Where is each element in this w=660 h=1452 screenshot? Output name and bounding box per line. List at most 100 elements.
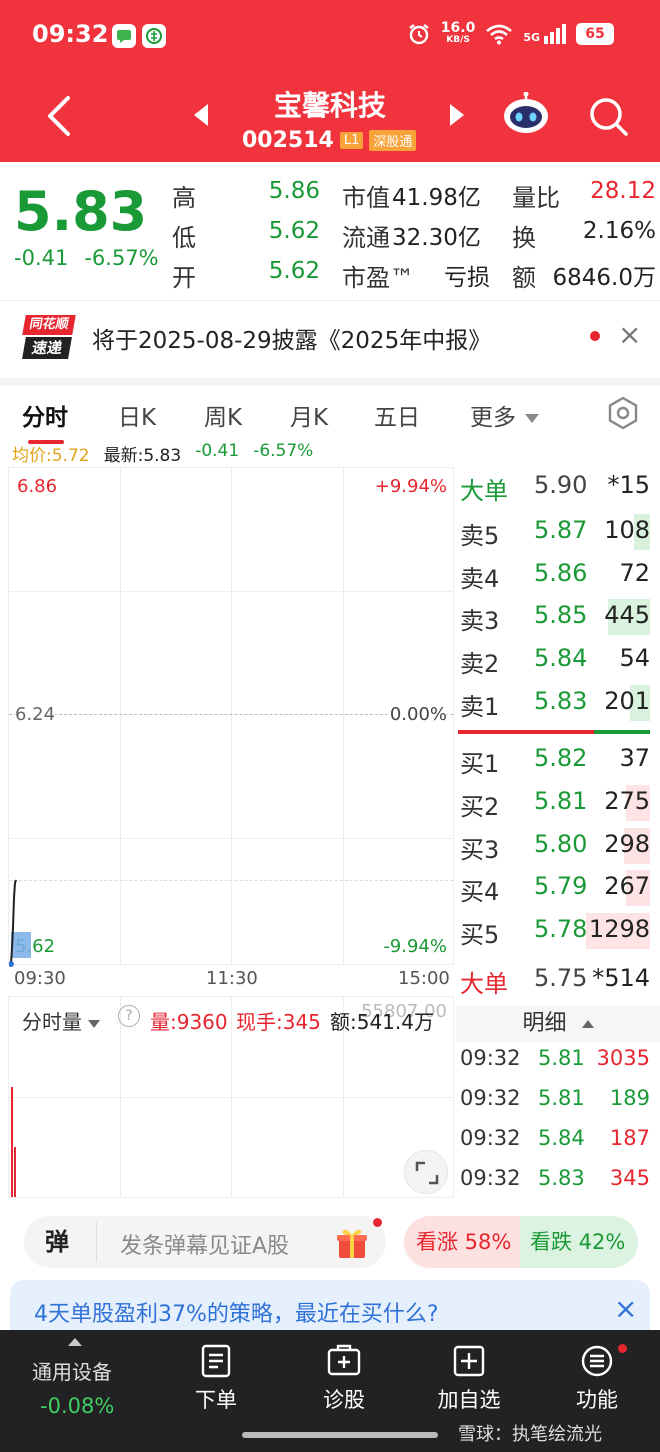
robot-assistant-icon[interactable] bbox=[502, 92, 550, 136]
danmaku-placeholder: 发条弹幕见证A股 bbox=[120, 1234, 290, 1259]
add-icon bbox=[453, 1345, 485, 1377]
volume-current-hand: 现手:345 bbox=[236, 1010, 321, 1034]
signal-icon: 5G bbox=[523, 24, 566, 44]
notice-close-button[interactable]: × bbox=[618, 318, 641, 351]
market-tag: 深股通 bbox=[369, 130, 417, 151]
volume-selector[interactable]: 分时量 bbox=[22, 1006, 101, 1035]
mcap-value: 41.98亿 bbox=[392, 185, 481, 211]
add-watchlist-button[interactable]: 加自选 bbox=[434, 1344, 504, 1414]
danmaku-toggle-icon[interactable]: 弹 bbox=[24, 1218, 90, 1266]
amount-label: 额 bbox=[512, 264, 536, 292]
open-label: 开 bbox=[172, 264, 196, 292]
notice-logo: 同花顺 速递 bbox=[22, 315, 76, 359]
volume-bar bbox=[14, 1147, 16, 1197]
caret-up-icon[interactable] bbox=[68, 1338, 82, 1346]
alarm-icon bbox=[409, 24, 429, 45]
chart-top-pct: +9.94% bbox=[374, 476, 447, 497]
volume-bar bbox=[11, 1087, 13, 1197]
high-value: 5.86 bbox=[268, 178, 320, 204]
grid-line bbox=[343, 468, 344, 964]
diagnose-stock-button[interactable]: 诊股 bbox=[318, 1344, 370, 1414]
expand-icon bbox=[415, 1161, 439, 1185]
sector-index-change: -0.08% bbox=[40, 1394, 115, 1418]
sector-index-name[interactable]: 通用设备 bbox=[32, 1356, 112, 1385]
gift-icon[interactable] bbox=[336, 1226, 368, 1260]
chart-mid-price: 6.24 bbox=[15, 704, 56, 725]
amount-value: 6846.0万 bbox=[552, 265, 656, 291]
tab-more[interactable]: 更多 bbox=[470, 398, 540, 432]
pe-label: 市盈™ bbox=[342, 264, 414, 292]
low-value: 5.62 bbox=[268, 218, 320, 244]
stock-code: 002514 bbox=[242, 128, 334, 153]
wifi-icon bbox=[486, 24, 513, 45]
prev-close-line bbox=[9, 714, 453, 715]
ask-row[interactable]: 卖1 5.83 201 bbox=[456, 683, 660, 725]
bottom-toolbar: 通用设备 -0.08% 下单 诊股 加自选 功能 雪球：执笔绘流光 bbox=[0, 1330, 660, 1452]
intraday-chart[interactable]: 6.86 +9.94% 6.24 0.00% 5.62 -9.94% bbox=[8, 467, 454, 967]
grid-line bbox=[9, 1097, 453, 1098]
bid-row[interactable]: 买4 5.79 267 bbox=[456, 868, 660, 910]
latest-change: -0.41 bbox=[195, 441, 240, 461]
trade-detail-row: 09:32 5.81 189 bbox=[460, 1086, 650, 1110]
bid-row[interactable]: 买5 5.78 1298 bbox=[456, 911, 660, 953]
bid-row[interactable]: 买2 5.81 275 bbox=[456, 783, 660, 825]
bank-app-icon bbox=[142, 24, 166, 48]
next-stock-button[interactable] bbox=[450, 104, 464, 126]
help-icon[interactable]: ? bbox=[118, 1005, 140, 1027]
status-icons: 16.0 KB/S 5G 65 bbox=[407, 21, 614, 46]
bid-row[interactable]: 买1 5.82 37 bbox=[456, 740, 660, 782]
tab-five-day[interactable]: 五日 bbox=[374, 398, 420, 432]
divider bbox=[96, 1222, 97, 1262]
current-price: 5.83 bbox=[14, 180, 148, 243]
ask-row[interactable]: 卖2 5.84 54 bbox=[456, 640, 660, 682]
mcap-label: 市值 bbox=[342, 184, 390, 212]
big-buy-row[interactable]: 大单 5.75 *514 bbox=[456, 960, 660, 1002]
high-label: 高 bbox=[172, 184, 196, 212]
big-sell-row[interactable]: 大单 5.90 *15 bbox=[456, 467, 660, 509]
notice-banner[interactable]: 同花顺 速递 将于2025-08-29披露《2025年中报》 bbox=[0, 300, 660, 370]
grid-line bbox=[9, 591, 453, 592]
vote-bearish-button[interactable]: 看跌 42% bbox=[520, 1216, 638, 1268]
status-time: 09:32 bbox=[32, 20, 109, 48]
fullscreen-expand-button[interactable] bbox=[404, 1150, 448, 1194]
ask-row[interactable]: 卖5 5.87 108 bbox=[456, 512, 660, 554]
bid-row[interactable]: 买3 5.80 298 bbox=[456, 826, 660, 868]
caret-down-icon bbox=[88, 1019, 101, 1028]
tab-intraday[interactable]: 分时 bbox=[22, 398, 68, 432]
battery-icon: 65 bbox=[576, 23, 614, 45]
tab-daily-k[interactable]: 日K bbox=[118, 398, 156, 432]
message-app-icon bbox=[112, 24, 136, 48]
float-label: 流通 bbox=[342, 224, 390, 252]
detail-header[interactable]: 明细 bbox=[456, 1006, 660, 1042]
promo-text: 4天单股盈利37%的策略，最近在买什么? bbox=[34, 1302, 439, 1327]
turnover-value: 2.16% bbox=[582, 218, 656, 244]
top-bar: 09:32 16.0 KB/S 5G 65 宝馨科技 002514 L1 深股通 bbox=[0, 0, 660, 162]
notice-unread-dot bbox=[590, 331, 600, 341]
ask-row[interactable]: 卖4 5.86 72 bbox=[456, 555, 660, 597]
price-line bbox=[9, 879, 17, 967]
functions-badge-dot bbox=[618, 1344, 627, 1353]
latest-change-pct: -6.57% bbox=[253, 441, 314, 461]
price-change: -0.41 bbox=[14, 246, 69, 270]
promo-close-button[interactable]: × bbox=[614, 1292, 637, 1325]
price-change-pct: -6.57% bbox=[84, 246, 159, 270]
tab-monthly-k[interactable]: 月K bbox=[290, 398, 328, 432]
document-icon bbox=[201, 1344, 231, 1378]
avg-price: 均价:5.72 bbox=[12, 446, 90, 466]
chart-bottom-pct: -9.94% bbox=[383, 936, 447, 957]
level-tag: L1 bbox=[339, 132, 364, 149]
ask-row[interactable]: 卖3 5.85 445 bbox=[456, 597, 660, 639]
caret-down-icon bbox=[525, 414, 540, 423]
settings-hexagon-icon[interactable] bbox=[604, 394, 642, 432]
functions-button[interactable]: 功能 bbox=[572, 1344, 622, 1414]
vote-bullish-button[interactable]: 看涨 58% bbox=[404, 1216, 528, 1268]
watermark-text: 雪球：执笔绘流光 bbox=[458, 1424, 602, 1445]
float-value: 32.30亿 bbox=[392, 225, 481, 251]
order-button[interactable]: 下单 bbox=[190, 1344, 242, 1414]
intraday-info-line: 均价:5.72 最新:5.83 -0.41 -6.57% bbox=[12, 441, 313, 466]
grid-line bbox=[9, 838, 453, 839]
chart-tabs: 分时 日K 周K 月K 五日 更多 bbox=[0, 378, 660, 444]
tab-weekly-k[interactable]: 周K bbox=[204, 398, 242, 432]
avg-price-line bbox=[9, 880, 453, 881]
search-icon[interactable] bbox=[586, 94, 630, 138]
